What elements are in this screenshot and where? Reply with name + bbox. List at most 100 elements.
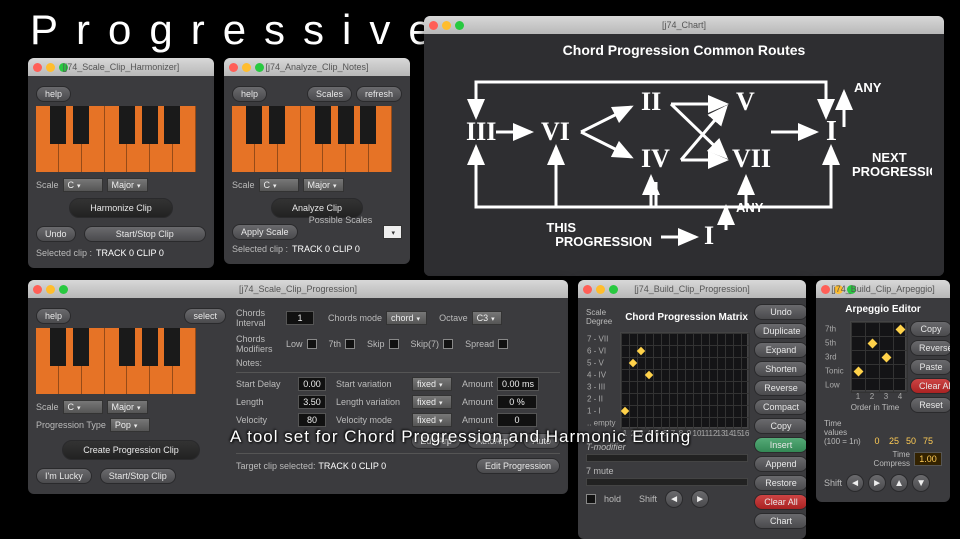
mod-7th-checkbox[interactable] [345, 339, 355, 349]
velocity-field[interactable]: 80 [298, 413, 326, 427]
traffic-lights[interactable] [33, 285, 68, 294]
traffic-lights[interactable] [429, 21, 464, 30]
shift-left-icon[interactable]: ◄ [665, 490, 683, 508]
minimize-icon[interactable] [242, 63, 251, 72]
edit-progression-button[interactable]: Edit Progression [476, 458, 560, 474]
traffic-lights[interactable] [229, 63, 264, 72]
velocity-amt-field[interactable]: 0 [497, 413, 537, 427]
length-var-dropdown[interactable]: fixed [412, 395, 452, 409]
piano-keyboard[interactable] [232, 106, 392, 172]
mute-strip[interactable] [586, 478, 748, 486]
piano-keyboard[interactable] [36, 106, 196, 172]
shift-left-icon[interactable]: ◄ [846, 474, 864, 492]
startstop-button[interactable]: Start/Stop Clip [100, 468, 176, 484]
chords-interval-field[interactable]: 1 [286, 311, 314, 325]
chart-button[interactable]: Chart [754, 513, 806, 529]
selected-clip-label: Selected clip : [36, 248, 92, 258]
scale-root-dropdown[interactable]: C [63, 178, 103, 192]
mod-skip7-checkbox[interactable] [443, 339, 453, 349]
clearall-button[interactable]: Clear All [910, 378, 950, 394]
create-progression-button[interactable]: Create Progression Clip [62, 440, 200, 460]
matrix-grid[interactable]: 7 - VII6 - VI5 - V4 - IV3 - III2 - II1 -… [620, 332, 748, 428]
refresh-button[interactable]: refresh [356, 86, 402, 102]
velocity-mode-dropdown[interactable]: fixed [412, 413, 452, 427]
append-button[interactable]: Append [754, 456, 806, 472]
scale-type-dropdown[interactable]: Major [107, 178, 148, 192]
target-clip-value: TRACK 0 CLIP 0 [318, 461, 386, 471]
minimize-icon[interactable] [442, 21, 451, 30]
close-icon[interactable] [821, 285, 830, 294]
scale-root-dropdown[interactable]: C [259, 178, 299, 192]
close-icon[interactable] [33, 63, 42, 72]
minimize-icon[interactable] [596, 285, 605, 294]
mod-skip-checkbox[interactable] [389, 339, 399, 349]
minimize-icon[interactable] [46, 285, 55, 294]
compact-button[interactable]: Compact [754, 399, 806, 415]
copy-button[interactable]: Copy [910, 321, 950, 337]
titlebar[interactable]: [j74_Scale_Clip_Harmonizer] [28, 58, 214, 76]
tmod-strip[interactable] [586, 454, 748, 462]
select-button[interactable]: select [184, 308, 226, 324]
reverse-button[interactable]: Reverse [754, 380, 806, 396]
length-field[interactable]: 3.50 [298, 395, 326, 409]
help-button[interactable]: help [232, 86, 267, 102]
zoom-icon[interactable] [255, 63, 264, 72]
shift-right-icon[interactable]: ► [868, 474, 886, 492]
chords-mode-dropdown[interactable]: chord [386, 311, 427, 325]
minimize-icon[interactable] [46, 63, 55, 72]
close-icon[interactable] [429, 21, 438, 30]
node-v: V [736, 87, 755, 116]
reverse-button[interactable]: Reverse [910, 340, 950, 356]
paste-button[interactable]: Paste [910, 359, 950, 375]
insert-button[interactable]: Insert [754, 437, 806, 453]
undo-button[interactable]: Undo [754, 304, 806, 320]
undo-button[interactable]: Undo [36, 226, 76, 242]
scales-button[interactable]: Scales [307, 86, 352, 102]
scale-label: Scale [36, 402, 59, 412]
harmonize-button[interactable]: Harmonize Clip [69, 198, 173, 218]
start-delay-field[interactable]: 0.00 [298, 377, 326, 391]
octave-dropdown[interactable]: C3 [472, 311, 502, 325]
restore-button[interactable]: Restore [754, 475, 806, 491]
time-compress-field[interactable]: 1.00 [914, 452, 942, 466]
titlebar[interactable]: [j74_Build_Clip_Progression] [578, 280, 806, 298]
close-icon[interactable] [33, 285, 42, 294]
copy-button[interactable]: Copy [754, 418, 806, 434]
titlebar[interactable]: [j74_Chart] [424, 16, 944, 34]
zoom-icon[interactable] [609, 285, 618, 294]
reset-button[interactable]: Reset [910, 397, 950, 413]
close-icon[interactable] [229, 63, 238, 72]
arp-grid[interactable]: 7th5th3rdTonicLow1234 [850, 321, 906, 391]
shift-right-icon[interactable]: ► [691, 490, 709, 508]
traffic-lights[interactable] [583, 285, 618, 294]
duplicate-button[interactable]: Duplicate [754, 323, 806, 339]
shift-up-icon[interactable]: ▲ [890, 474, 908, 492]
close-icon[interactable] [583, 285, 592, 294]
start-var-dropdown[interactable]: fixed [412, 377, 452, 391]
expand-button[interactable]: Expand [754, 342, 806, 358]
titlebar[interactable]: [j74_Analyze_Clip_Notes] [224, 58, 410, 76]
zoom-icon[interactable] [455, 21, 464, 30]
piano-keyboard[interactable] [36, 328, 196, 394]
clearall-button[interactable]: Clear All [754, 494, 806, 510]
start-amt-field[interactable]: 0.00 ms [497, 377, 539, 391]
shift-down-icon[interactable]: ▼ [912, 474, 930, 492]
scale-type-dropdown[interactable]: Major [303, 178, 344, 192]
apply-scale-button[interactable]: Apply Scale [232, 224, 298, 240]
lucky-button[interactable]: I'm Lucky [36, 468, 92, 484]
possible-scales-dropdown[interactable] [383, 225, 402, 239]
help-button[interactable]: help [36, 86, 71, 102]
help-button[interactable]: help [36, 308, 71, 324]
scale-type-dropdown[interactable]: Major [107, 400, 148, 414]
startstop-button[interactable]: Start/Stop Clip [84, 226, 206, 242]
hold-checkbox[interactable] [586, 494, 596, 504]
zoom-icon[interactable] [59, 285, 68, 294]
mod-low-checkbox[interactable] [307, 339, 317, 349]
titlebar[interactable]: [j74_Scale_Clip_Progression] [28, 280, 568, 298]
titlebar[interactable]: [j74_Build_Clip_Arpeggio] [816, 280, 950, 298]
prog-type-dropdown[interactable]: Pop [110, 418, 150, 432]
scale-root-dropdown[interactable]: C [63, 400, 103, 414]
length-amt-field[interactable]: 0 % [497, 395, 537, 409]
mod-spread-checkbox[interactable] [498, 339, 508, 349]
shorten-button[interactable]: Shorten [754, 361, 806, 377]
